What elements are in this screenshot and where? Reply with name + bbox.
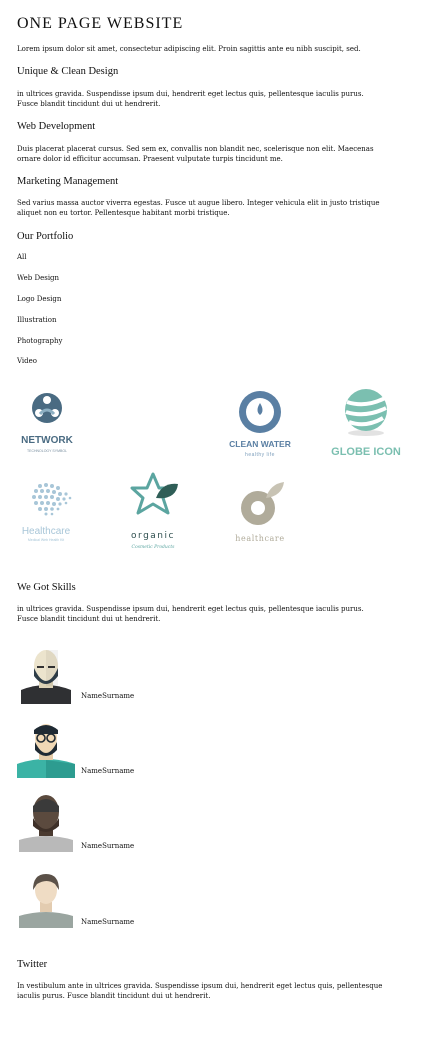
healthcare-leaf-logo-icon: healthcare (235, 482, 284, 543)
clean-water-logo-sub: healthy life (245, 452, 275, 458)
clean-water-logo-name: CLEAN WATER (229, 439, 291, 449)
network-logo-name: NETWORK (21, 435, 73, 446)
network-logo-sub: TECHNOLOGY SYMBOL (27, 449, 67, 453)
filter-video[interactable]: Video (17, 357, 37, 365)
service-title-web: Web Development (17, 121, 96, 132)
service-title-marketing: Marketing Management (17, 176, 119, 187)
portfolio-item-healthcare-leaf[interactable]: healthcare (226, 478, 296, 546)
organic-logo-name: organic (131, 531, 175, 541)
site-title: ONE PAGE WEBSITE (17, 15, 184, 32)
portfolio-item-network[interactable]: NETWORK TECHNOLOGY SYMBOL (12, 390, 82, 460)
team-avatar-4 (17, 870, 75, 928)
service-title-design: Unique & Clean Design (17, 66, 119, 77)
twitter-title: Twitter (17, 959, 48, 970)
skills-text: in ultrices gravida. Suspendisse ipsum d… (17, 605, 364, 623)
team-avatar-3 (17, 794, 75, 852)
twitter-text: In vestibulum ante in ultrices gravida. … (17, 982, 383, 1000)
organic-logo-icon: organic Cosmetic Products (130, 472, 178, 550)
service-text-web: Duis placerat placerat cursus. Sed sem e… (17, 145, 374, 163)
filter-web-design[interactable]: Web Design (17, 274, 59, 282)
intro-text: Lorem ipsum dolor sit amet, consectetur … (17, 45, 361, 53)
filter-all[interactable]: All (17, 253, 27, 261)
team-member-name-4: NameSurname (81, 918, 135, 926)
portfolio-title: Our Portfolio (17, 231, 74, 242)
filter-illustration[interactable]: Illustration (17, 316, 56, 324)
portfolio-item-clean-water[interactable]: CLEAN WATER healthy life (222, 388, 298, 460)
team-avatar-2 (17, 720, 75, 778)
healthcare-medical-logo-sub: Medical Web Health Kit (28, 538, 64, 542)
filter-logo-design[interactable]: Logo Design (17, 295, 61, 303)
globe-logo-icon: GLOBE ICON (331, 389, 401, 458)
network-logo-icon: NETWORK TECHNOLOGY SYMBOL (21, 393, 74, 453)
portfolio-item-globe-icon[interactable]: GLOBE ICON (325, 388, 407, 460)
team-member-name-1: NameSurname (81, 692, 135, 700)
team-member-name-2: NameSurname (81, 767, 135, 775)
healthcare-medical-logo-name: Healthcare (22, 526, 71, 537)
portfolio-item-healthcare-medical[interactable]: Healthcare Medical Web Health Kit (12, 478, 84, 544)
skills-title: We Got Skills (17, 582, 76, 593)
healthcare-dots-logo-icon: Healthcare Medical Web Health Kit (22, 483, 72, 542)
healthcare-leaf-logo-name: healthcare (235, 534, 284, 543)
clean-water-logo-icon: CLEAN WATER healthy life (229, 391, 291, 458)
globe-logo-name: GLOBE ICON (331, 446, 401, 458)
service-text-marketing: Sed varius massa auctor viverra egestas.… (17, 199, 380, 217)
portfolio-item-organic[interactable]: organic Cosmetic Products (118, 470, 188, 552)
organic-logo-sub: Cosmetic Products (132, 544, 176, 550)
service-text-design: in ultrices gravida. Suspendisse ipsum d… (17, 90, 364, 108)
team-avatar-1 (17, 646, 75, 704)
team-member-name-3: NameSurname (81, 842, 135, 850)
filter-photography[interactable]: Photography (17, 337, 62, 345)
